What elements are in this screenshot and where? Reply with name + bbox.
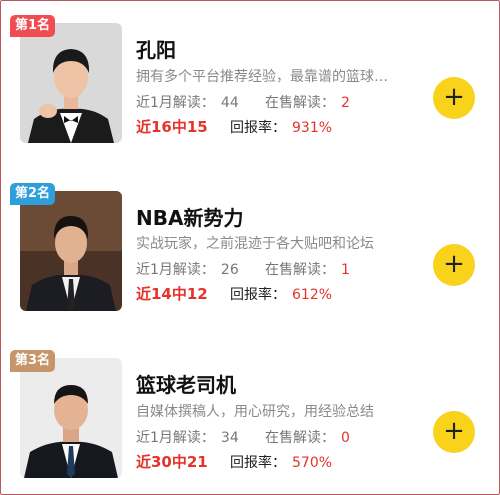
- monthly-reads-stat: 近1月解读： 44: [136, 92, 239, 112]
- expert-description: 自媒体撰稿人，用心研究，用经验总结: [136, 404, 374, 420]
- onsale-stat: 在售解读： 1: [265, 259, 350, 279]
- follow-button[interactable]: +: [433, 77, 475, 119]
- hit-streak: 近14中12: [136, 285, 208, 303]
- expert-description: 实战玩家，之前混迹于各大贴吧和论坛: [136, 236, 374, 252]
- onsale-label: 在售解读：: [265, 95, 335, 111]
- roi-stat: 回报率： 570%: [230, 452, 332, 472]
- plus-icon: +: [443, 249, 465, 279]
- expert-card[interactable]: 第3名 篮球老司机 自媒体撰稿人，用心研究，用经验总结 近1月解读： 34 在售解…: [0, 330, 500, 495]
- onsale-label: 在售解读：: [265, 262, 335, 278]
- roi-label: 回报率：: [230, 120, 286, 136]
- hit-streak: 近16中15: [136, 118, 208, 136]
- rank-badge: 第3名: [10, 350, 56, 372]
- roi-value: 931%: [292, 120, 333, 136]
- onsale-value: 1: [341, 262, 350, 278]
- monthly-reads-label: 近1月解读：: [136, 262, 215, 278]
- expert-card[interactable]: 第1名 孔阳 拥有多个平台推荐经验，最靠谱的篮球专家 近1月解读： 44 在售解读…: [0, 0, 500, 165]
- roi-stat: 回报率： 612%: [230, 284, 332, 304]
- avatar[interactable]: [20, 358, 122, 478]
- monthly-reads-label: 近1月解读：: [136, 95, 215, 111]
- roi-stat: 回报率： 931%: [230, 117, 332, 137]
- onsale-label: 在售解读：: [265, 430, 335, 446]
- rank-badge: 第1名: [10, 15, 56, 37]
- monthly-reads-stat: 近1月解读： 26: [136, 259, 239, 279]
- expert-card[interactable]: 第2名 NBA新势力 实战玩家，之前混迹于各大贴吧和论坛 近1月解读： 26 在售…: [0, 165, 500, 330]
- onsale-value: 0: [341, 430, 350, 446]
- avatar[interactable]: [20, 23, 122, 143]
- follow-button[interactable]: +: [433, 244, 475, 286]
- onsale-stat: 在售解读： 2: [265, 92, 350, 112]
- monthly-reads-label: 近1月解读：: [136, 430, 215, 446]
- follow-button[interactable]: +: [433, 411, 475, 453]
- onsale-value: 2: [341, 95, 350, 111]
- monthly-reads-value: 34: [220, 430, 239, 446]
- onsale-stat: 在售解读： 0: [265, 427, 350, 447]
- monthly-reads-value: 44: [220, 95, 239, 111]
- expert-name[interactable]: 篮球老司机: [136, 369, 236, 398]
- hit-streak: 近30中21: [136, 453, 208, 471]
- plus-icon: +: [443, 416, 465, 446]
- plus-icon: +: [443, 82, 465, 112]
- expert-description: 拥有多个平台推荐经验，最靠谱的篮球专家: [136, 69, 401, 85]
- avatar[interactable]: [20, 191, 122, 311]
- expert-name[interactable]: NBA新势力: [136, 202, 243, 231]
- roi-value: 612%: [292, 287, 333, 303]
- rank-badge: 第2名: [10, 183, 56, 205]
- expert-name[interactable]: 孔阳: [136, 34, 176, 63]
- monthly-reads-value: 26: [220, 262, 239, 278]
- monthly-reads-stat: 近1月解读： 34: [136, 427, 239, 447]
- roi-label: 回报率：: [230, 287, 286, 303]
- roi-value: 570%: [292, 455, 333, 471]
- roi-label: 回报率：: [230, 455, 286, 471]
